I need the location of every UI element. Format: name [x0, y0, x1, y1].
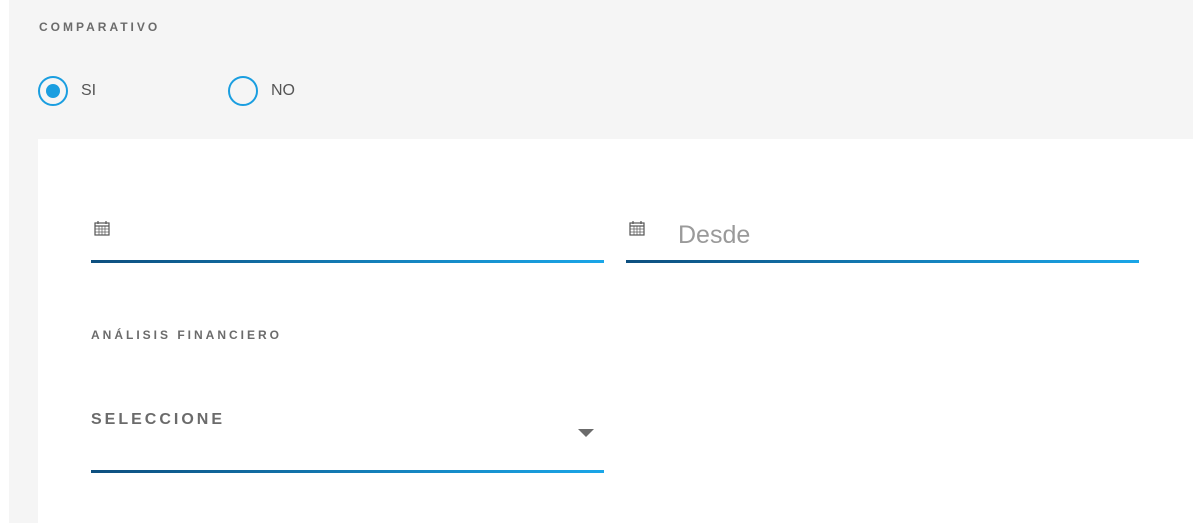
- select-value: SELECCIONE: [91, 411, 226, 428]
- filters-card: Desde ANÁLISIS FINANCIERO SELECCIONE: [38, 139, 1193, 523]
- date-field-desde[interactable]: Desde: [626, 217, 1139, 263]
- comparativo-label: COMPARATIVO: [39, 20, 161, 34]
- radio-no-label: NO: [271, 82, 295, 99]
- date-field-first[interactable]: [91, 217, 604, 263]
- chevron-down-icon[interactable]: [578, 429, 594, 437]
- radio-si-ring[interactable]: [38, 76, 68, 106]
- calendar-icon: [94, 221, 110, 236]
- date-first-underline: [91, 260, 604, 263]
- date-desde-underline: [626, 260, 1139, 263]
- calendar-icon: [629, 221, 645, 236]
- radio-si[interactable]: SI: [38, 73, 96, 109]
- radio-si-label: SI: [81, 82, 97, 99]
- date-desde-placeholder: Desde: [678, 221, 751, 249]
- radio-selected-dot: [46, 84, 60, 98]
- comparativo-panel: COMPARATIVO SI NO Desde ANÁLISIS FINANCI…: [9, 0, 1193, 523]
- radio-no[interactable]: NO: [228, 73, 295, 109]
- select-underline: [91, 470, 604, 473]
- analisis-financiero-select[interactable]: SELECCIONE: [91, 401, 604, 473]
- comparativo-radio-group: SI NO: [38, 73, 438, 109]
- analisis-financiero-label: ANÁLISIS FINANCIERO: [91, 328, 283, 342]
- radio-no-ring[interactable]: [228, 76, 258, 106]
